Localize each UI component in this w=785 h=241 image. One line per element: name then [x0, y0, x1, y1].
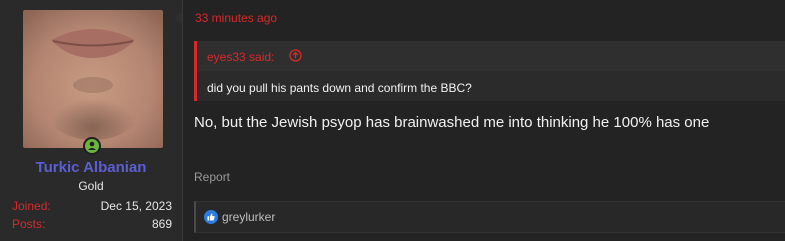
joined-value: Dec 15, 2023 [100, 199, 172, 213]
online-status-icon [83, 137, 101, 155]
quote-block: eyes33 said: did you pull his pants down… [194, 41, 785, 101]
joined-label: Joined: [12, 199, 51, 213]
post-message: No, but the Jewish psyop has brainwashed… [194, 114, 710, 131]
arrow-up-circle-icon[interactable] [289, 49, 302, 62]
posts-label: Posts: [12, 217, 46, 231]
user-title: Gold [78, 179, 104, 193]
posts-value: 869 [151, 217, 172, 231]
like-icon [204, 210, 218, 224]
reactions-bar: greylurker [194, 201, 785, 233]
user-sidebar: Turkic Albanian Gold Joined: Dec 15, 202… [0, 0, 183, 241]
avatar-image [23, 10, 163, 148]
sidebar-pointer [175, 11, 182, 25]
report-link[interactable]: Report [194, 170, 230, 184]
quote-header: eyes33 said: [197, 41, 785, 71]
quote-text: did you pull his pants down and confirm … [207, 81, 472, 95]
quote-author[interactable]: eyes33 said: [207, 50, 274, 64]
username[interactable]: Turkic Albanian [0, 159, 182, 176]
post-timestamp[interactable]: 33 minutes ago [195, 11, 277, 25]
avatar[interactable] [23, 10, 163, 148]
reaction-users[interactable]: greylurker [222, 210, 275, 224]
